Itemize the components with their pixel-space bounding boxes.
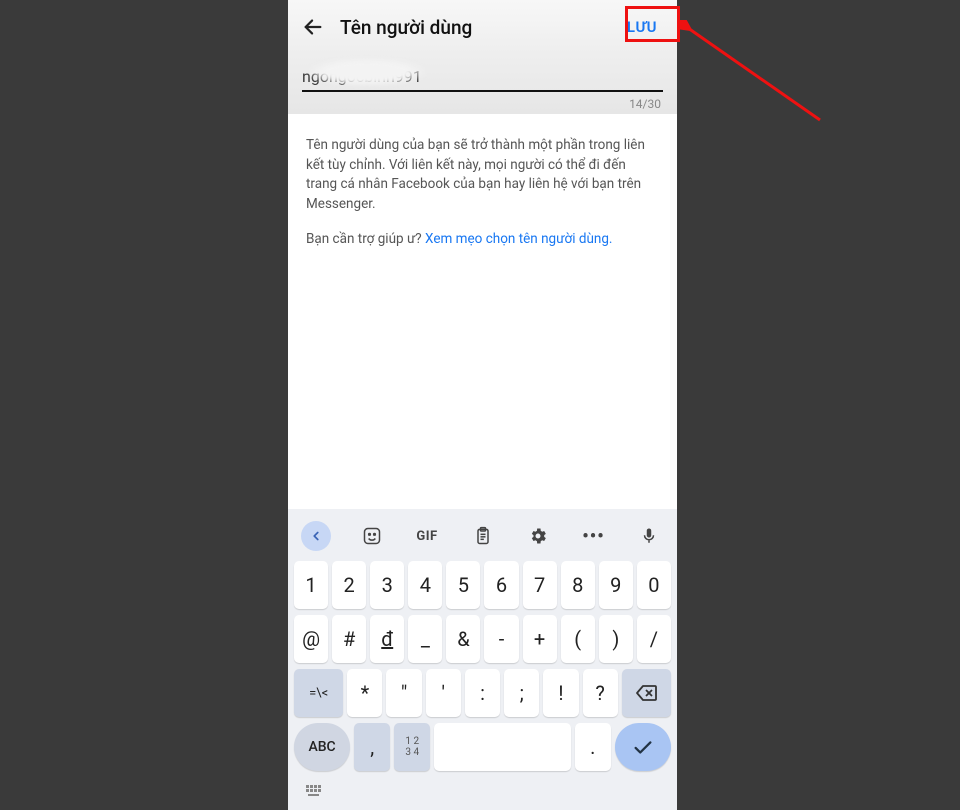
mic-icon[interactable] [634,521,664,551]
redaction-blur [308,58,426,86]
key-d[interactable]: đ [370,615,404,663]
keyboard-footer [293,777,672,802]
annotation-arrow [680,20,830,130]
key-dquote[interactable]: " [386,669,421,717]
key-squote[interactable]: ' [426,669,461,717]
key-underscore[interactable]: _ [408,615,442,663]
key-bang[interactable]: ! [543,669,578,717]
sticker-icon[interactable] [357,521,387,551]
key-6[interactable]: 6 [484,561,518,609]
key-numpad[interactable]: 1 2 3 4 [394,723,430,771]
content-spacer [288,250,677,509]
key-enter[interactable] [615,723,671,771]
description-block: Tên người dùng của bạn sẽ trở thành một … [288,114,677,250]
key-lparen[interactable]: ( [561,615,595,663]
keyboard-toolbar: GIF ••• [293,515,672,561]
settings-icon[interactable] [523,521,553,551]
key-1[interactable]: 1 [294,561,328,609]
save-button[interactable]: LƯU [621,14,663,40]
key-plus[interactable]: + [523,615,557,663]
key-slash[interactable]: / [637,615,671,663]
soft-keyboard: GIF ••• 1 2 3 4 5 6 7 8 9 0 @ # [288,509,677,810]
back-button[interactable] [302,16,324,38]
gif-button[interactable]: GIF [412,521,442,551]
clipboard-icon[interactable] [468,521,498,551]
key-space[interactable] [434,723,570,771]
key-star[interactable]: * [347,669,382,717]
help-link[interactable]: Xem mẹo chọn tên người dùng. [425,231,612,247]
key-hash[interactable]: # [332,615,366,663]
key-3[interactable]: 3 [370,561,404,609]
key-backspace[interactable] [622,669,671,717]
key-4[interactable]: 4 [408,561,442,609]
keyboard-row-4: ABC , 1 2 3 4 . [293,723,672,771]
char-counter: 14/30 [302,92,663,111]
help-prompt: Bạn cần trợ giúp ư? [306,231,425,247]
username-field[interactable]: ngongocbinh991 [302,62,663,92]
key-semicolon[interactable]: ; [504,669,539,717]
key-9[interactable]: 9 [599,561,633,609]
key-amp[interactable]: & [446,615,480,663]
key-8[interactable]: 8 [561,561,595,609]
keyboard-row-1: 1 2 3 4 5 6 7 8 9 0 [293,561,672,609]
key-dot[interactable]: . [575,723,611,771]
key-comma[interactable]: , [354,723,390,771]
key-colon[interactable]: : [465,669,500,717]
keyboard-row-3: =\< * " ' : ; ! ? [293,669,672,717]
key-minus[interactable]: - [484,615,518,663]
page-title: Tên người dùng [340,16,605,39]
key-at[interactable]: @ [294,615,328,663]
key-rparen[interactable]: ) [599,615,633,663]
key-question[interactable]: ? [583,669,618,717]
description-text: Tên người dùng của bạn sẽ trở thành một … [306,136,659,214]
keyboard-dock-icon[interactable] [305,783,325,802]
key-symbols-shift[interactable]: =\< [294,669,343,717]
key-0[interactable]: 0 [637,561,671,609]
key-2[interactable]: 2 [332,561,366,609]
more-icon[interactable]: ••• [579,521,609,551]
key-5[interactable]: 5 [446,561,480,609]
keyboard-row-2: @ # đ _ & - + ( ) / [293,615,672,663]
phone-frame: Tên người dùng LƯU ngongocbinh991 14/30 … [288,0,677,810]
key-7[interactable]: 7 [523,561,557,609]
app-header: Tên người dùng LƯU [288,0,677,54]
help-row: Bạn cần trợ giúp ư? Xem mẹo chọn tên ngư… [306,230,659,250]
key-abc[interactable]: ABC [294,723,350,771]
username-input-area: ngongocbinh991 14/30 [288,54,677,114]
keyboard-collapse-button[interactable] [301,521,331,551]
